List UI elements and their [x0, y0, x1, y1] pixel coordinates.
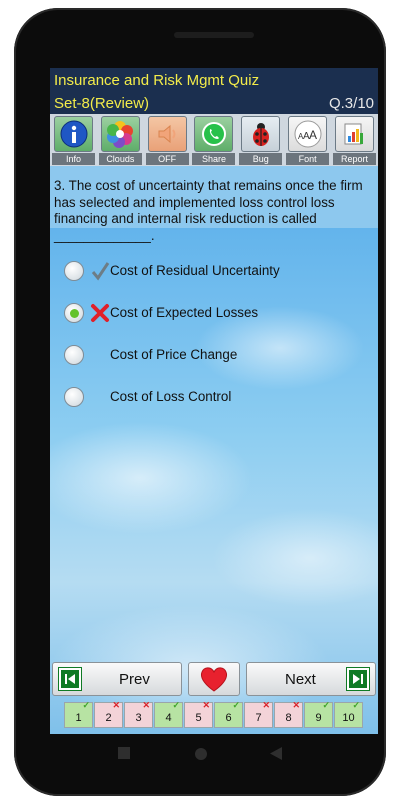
- toolbar-button-sound[interactable]: OFF: [145, 116, 189, 166]
- option-2[interactable]: Cost of Expected Losses: [64, 300, 354, 342]
- question-number: 4: [165, 712, 172, 724]
- recents-icon[interactable]: [118, 747, 130, 759]
- toolbar-label-info: Info: [52, 153, 95, 165]
- question-number: 3: [135, 712, 142, 724]
- toolbar-label-sound: OFF: [145, 153, 189, 165]
- cross-icon: ✕: [262, 700, 270, 710]
- toolbar-label-font: Font: [286, 153, 330, 165]
- toolbar-button-info[interactable]: Info: [52, 116, 95, 166]
- question-number-cell[interactable]: 1 ✓: [64, 700, 93, 728]
- checkmark-icon: ✓: [352, 700, 360, 710]
- cross-icon: ✕: [142, 700, 150, 710]
- option-radio[interactable]: [64, 387, 84, 407]
- phone-frame: Insurance and Risk Mgmt Quiz Set-8(Revie…: [14, 8, 386, 796]
- toolbar-button-clouds[interactable]: Clouds: [98, 116, 142, 166]
- toolbar-label-clouds: Clouds: [98, 153, 142, 165]
- checkmark-icon: ✓: [232, 700, 240, 710]
- prev-label: Prev: [119, 670, 150, 688]
- question-text: 3. The cost of uncertainty that remains …: [54, 178, 363, 243]
- question-number: 1: [75, 712, 82, 724]
- app-title: Insurance and Risk Mgmt Quiz: [54, 72, 260, 89]
- question-number: 7: [255, 712, 262, 724]
- report-icon: [334, 116, 374, 152]
- question-number-cell[interactable]: 8 ✕: [274, 700, 303, 728]
- question-number: 6: [225, 712, 232, 724]
- cross-icon: ✕: [202, 700, 210, 710]
- question-number-cell[interactable]: 4 ✓: [154, 700, 183, 728]
- app-screen: Insurance and Risk Mgmt Quiz Set-8(Revie…: [50, 68, 378, 734]
- option-4[interactable]: Cost of Loss Control: [64, 384, 354, 426]
- home-icon[interactable]: [194, 747, 208, 761]
- heart-icon: [200, 667, 228, 692]
- option-label: Cost of Price Change: [110, 347, 238, 362]
- set-label: Set-8(Review): [54, 95, 150, 112]
- question-number-cell[interactable]: 3 ✕: [124, 700, 153, 728]
- svg-text:A: A: [309, 128, 317, 142]
- back-icon[interactable]: [270, 747, 282, 760]
- sound-off-icon: [147, 116, 187, 152]
- question-number-cell[interactable]: 10 ✓: [334, 700, 363, 728]
- question-number-strip: 1 ✓ 2 ✕ 3 ✕ 4 ✓ 5 ✕ 6 ✓ 7 ✕ 8 ✕ 9 ✓ 10 ✓: [64, 700, 364, 730]
- question-number: 10: [342, 712, 355, 724]
- option-radio[interactable]: [64, 303, 84, 323]
- option-label: Cost of Expected Losses: [110, 305, 259, 320]
- font-icon: AAA: [288, 116, 328, 152]
- toolbar-button-share[interactable]: Share: [192, 116, 236, 166]
- option-label: Cost of Loss Control: [110, 389, 232, 404]
- cross-icon: [91, 304, 109, 322]
- option-radio[interactable]: [64, 345, 84, 365]
- info-icon: [54, 116, 93, 152]
- question-number-cell[interactable]: 2 ✕: [94, 700, 123, 728]
- toolbar-button-font[interactable]: AAA Font: [286, 116, 330, 166]
- question-number: 2: [105, 712, 112, 724]
- question-number: 5: [195, 712, 202, 724]
- cross-icon: ✕: [112, 700, 120, 710]
- option-1[interactable]: Cost of Residual Uncertainty: [64, 258, 354, 300]
- favorite-button[interactable]: [188, 662, 240, 696]
- question-counter: Q.3/10: [328, 95, 374, 112]
- next-label: Next: [285, 670, 316, 688]
- bug-icon: [241, 116, 281, 152]
- checkmark-icon: [91, 262, 110, 281]
- toolbar-label-report: Report: [332, 153, 376, 165]
- option-label: Cost of Residual Uncertainty: [110, 263, 280, 278]
- question-number-cell[interactable]: 5 ✕: [184, 700, 213, 728]
- prev-button[interactable]: Prev: [52, 662, 182, 696]
- option-3[interactable]: Cost of Price Change: [64, 342, 354, 384]
- option-radio[interactable]: [64, 261, 84, 281]
- question-number-cell[interactable]: 9 ✓: [304, 700, 333, 728]
- question-number: 9: [315, 712, 322, 724]
- share-icon: [194, 116, 234, 152]
- question-number-cell[interactable]: 7 ✕: [244, 700, 273, 728]
- question-number-cell[interactable]: 6 ✓: [214, 700, 243, 728]
- system-navigation-bar: [14, 734, 386, 774]
- toolbar-label-bug: Bug: [239, 153, 283, 165]
- answer-options: Cost of Residual Uncertainty Cost of Exp…: [64, 258, 354, 426]
- arrow-right-icon: [347, 668, 369, 690]
- cross-icon: ✕: [292, 700, 300, 710]
- toolbar: Info Clouds OFF Share Bug A A A Font Rep…: [50, 114, 378, 166]
- question-navigation-bar: Prev Next: [50, 658, 378, 698]
- toolbar-button-report[interactable]: Report: [332, 116, 376, 166]
- checkmark-icon: ✓: [82, 700, 90, 710]
- radio-selected-dot: [70, 309, 79, 318]
- clouds-icon: [100, 116, 140, 152]
- checkmark-icon: ✓: [322, 700, 330, 710]
- question-number: 8: [285, 712, 292, 724]
- earpiece-speaker: [174, 32, 254, 38]
- checkmark-icon: ✓: [172, 700, 180, 710]
- next-button[interactable]: Next: [246, 662, 376, 696]
- toolbar-button-bug[interactable]: Bug: [239, 116, 283, 166]
- toolbar-label-share: Share: [192, 153, 236, 165]
- app-header: Insurance and Risk Mgmt Quiz Set-8(Revie…: [50, 68, 378, 114]
- arrow-left-icon: [59, 668, 81, 690]
